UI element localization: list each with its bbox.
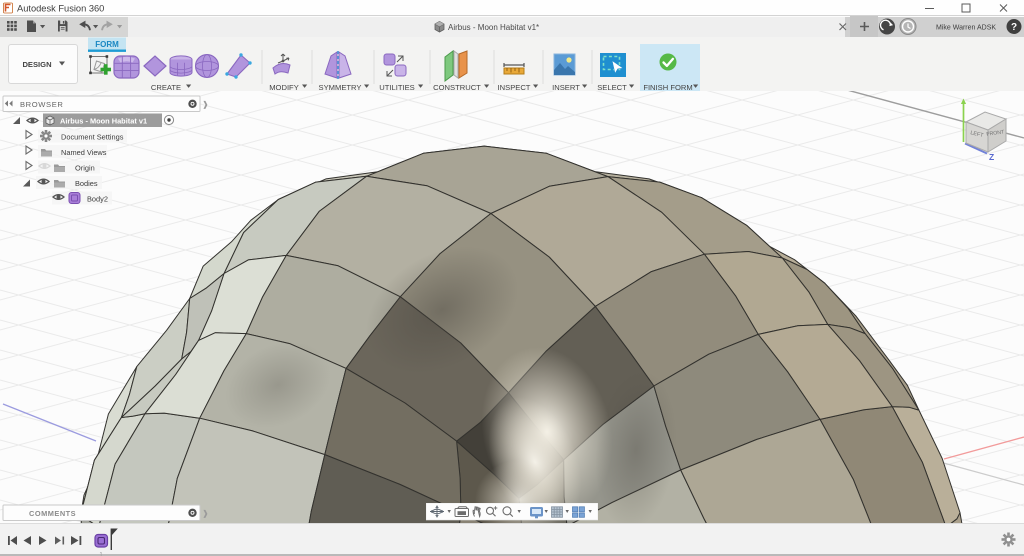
svg-text:Airbus - Moon Habitat v1*: Airbus - Moon Habitat v1*: [448, 23, 539, 32]
svg-text:SELECT: SELECT: [597, 83, 627, 91]
svg-text:SYMMETRY: SYMMETRY: [319, 83, 362, 91]
svg-text:Origin: Origin: [75, 163, 95, 172]
svg-text:Mike Warren ADSK: Mike Warren ADSK: [936, 25, 996, 32]
svg-text:MODIFY: MODIFY: [269, 83, 299, 91]
svg-text:COMMENTS: COMMENTS: [29, 509, 76, 518]
svg-text:INSPECT: INSPECT: [498, 83, 531, 91]
svg-text:Document Settings: Document Settings: [61, 132, 124, 141]
svg-text:UTILITIES: UTILITIES: [379, 83, 414, 91]
svg-text:FINISH FORM: FINISH FORM: [643, 83, 692, 91]
svg-text:CONSTRUCT: CONSTRUCT: [433, 83, 481, 91]
svg-text:INSERT: INSERT: [552, 83, 580, 91]
svg-text:BROWSER: BROWSER: [20, 100, 63, 109]
svg-text:DESIGN: DESIGN: [22, 60, 51, 69]
svg-text:Airbus - Moon Habitat v1: Airbus - Moon Habitat v1: [60, 117, 147, 126]
svg-text:1: 1: [99, 553, 103, 556]
svg-text:FORM: FORM: [95, 40, 119, 49]
svg-text:CREATE: CREATE: [151, 83, 181, 91]
svg-text:Body2: Body2: [87, 194, 108, 203]
svg-text:❱: ❱: [202, 509, 209, 518]
svg-text:Named Views: Named Views: [61, 148, 107, 157]
svg-text:Z: Z: [989, 152, 994, 162]
svg-text:❱: ❱: [202, 100, 209, 109]
svg-text:?: ?: [1011, 22, 1017, 33]
svg-text:Autodesk Fusion 360: Autodesk Fusion 360: [17, 4, 104, 14]
svg-text:Bodies: Bodies: [75, 179, 98, 188]
